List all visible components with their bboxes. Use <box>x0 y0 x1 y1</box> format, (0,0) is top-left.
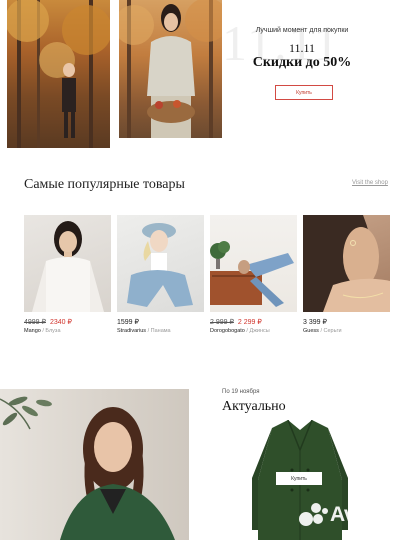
regular-price: 3 399 ₽ <box>303 319 327 326</box>
product-image-blouse-art <box>32 221 104 312</box>
actual-title: Актуально <box>222 399 286 414</box>
actual-kicker: По 19 ноября <box>222 389 260 395</box>
product-image-panama-hat-art <box>127 223 193 307</box>
product-brand[interactable]: Mango <box>24 328 41 334</box>
product-image-panama-hat[interactable] <box>117 215 204 312</box>
hero-photo-autumn-forest <box>7 0 110 148</box>
product-category: Джинсы <box>249 328 270 334</box>
sale-price: 2340 ₽ <box>49 319 72 326</box>
product-image-jeans-art <box>210 241 294 307</box>
old-price: 2 999 ₽ <box>210 319 234 326</box>
old-price: 4999 ₽ <box>24 319 46 326</box>
promo-title: Скидки до 50% <box>252 55 352 70</box>
product-meta: Guess / Серьги <box>303 328 342 334</box>
visit-shop-link[interactable]: Visit the shop <box>352 180 388 186</box>
product-meta: Stradivarius / Панама <box>117 328 171 334</box>
product-image-earrings-art <box>303 215 390 312</box>
product-category: Серьги <box>323 328 342 334</box>
product-price: 2 999 ₽2 299 ₽ <box>210 318 262 326</box>
product-meta: Mango / Блуза <box>24 328 61 334</box>
regular-price: 1599 ₽ <box>117 319 139 326</box>
hero-photo-woman-basket <box>119 0 222 138</box>
product-brand[interactable]: Guess <box>303 328 319 334</box>
popular-section-title: Самые популярные товары <box>24 177 185 192</box>
actual-buy-button[interactable]: Купить <box>276 472 322 485</box>
product-brand[interactable]: Dorogobogato <box>210 328 245 334</box>
avito-logo-icon <box>299 503 328 526</box>
product-image-earrings[interactable] <box>303 215 390 312</box>
sale-price: 2 299 ₽ <box>237 319 262 326</box>
product-category: Панама <box>150 328 171 334</box>
product-brand[interactable]: Stradivarius <box>117 328 146 334</box>
hero-buy-button[interactable]: Купить <box>275 85 333 100</box>
hero-photo-1-art <box>7 0 110 148</box>
product-price: 4999 ₽2340 ₽ <box>24 318 72 326</box>
product-meta: Dorogobogato / Джинсы <box>210 328 270 334</box>
product-image-jeans[interactable] <box>210 215 297 312</box>
product-category: Блуза <box>45 328 61 334</box>
actual-photo-art <box>0 396 175 540</box>
hero-photo-2-art <box>119 0 222 138</box>
product-image-blouse[interactable] <box>24 215 111 312</box>
avito-watermark: Avito <box>298 502 380 528</box>
promo-date: 11.11 <box>288 41 316 55</box>
product-price: 3 399 ₽ <box>303 318 327 326</box>
actual-photo-woman <box>0 389 189 540</box>
promo-kicker: Лучший момент для покупки <box>255 27 349 34</box>
avito-watermark-text: Avito <box>330 503 380 526</box>
product-price: 1599 ₽ <box>117 318 139 326</box>
